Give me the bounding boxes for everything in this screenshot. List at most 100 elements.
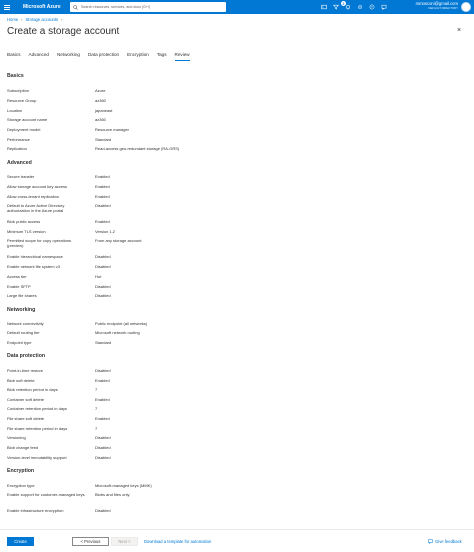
summary-value: From any storage account — [95, 238, 142, 243]
summary-value: Enabled — [95, 378, 110, 383]
breadcrumb-home[interactable]: Home — [7, 17, 18, 22]
summary-value: 7 — [95, 387, 98, 392]
summary-label: Subscription — [7, 88, 30, 93]
give-feedback-link[interactable]: Give feedback — [428, 539, 462, 544]
summary-label: Resource Group — [7, 98, 37, 103]
help-icon[interactable]: ? — [366, 0, 378, 14]
summary-label: File share soft delete — [7, 416, 45, 421]
summary-label: Blob public access — [7, 219, 41, 224]
summary-value: Microsoft network routing — [95, 330, 140, 335]
summary-label: Permitted scope for copy operations (pre… — [7, 238, 72, 248]
summary-value: Microsoft-managed keys (MMK) — [95, 483, 152, 488]
user-directory: DEFAULT DIRECTORY — [428, 6, 458, 10]
summary-value: Hot — [95, 274, 102, 279]
summary-label: Container soft delete — [7, 397, 44, 402]
summary-value: Disabled — [95, 368, 111, 373]
top-bar-icons: ? — [318, 0, 390, 14]
tab-review[interactable]: Review — [174, 52, 190, 61]
summary-label: Container retention period in days — [7, 406, 68, 411]
gear-icon[interactable] — [354, 0, 366, 14]
section-title-advanced: Advanced — [7, 160, 32, 166]
summary-value: Disabled — [95, 254, 111, 259]
breadcrumb: Home › Storage accounts › — [7, 17, 62, 22]
tab-networking[interactable]: Networking — [57, 52, 80, 61]
cloud-shell-icon[interactable] — [318, 0, 330, 14]
summary-value: az360 — [95, 117, 106, 122]
section-title-basics: Basics — [7, 73, 24, 79]
tab-list: Basics Advanced Networking Data protecti… — [7, 52, 198, 61]
feedback-icon[interactable] — [378, 0, 390, 14]
summary-value: Disabled — [95, 455, 111, 460]
summary-value: Disabled — [95, 435, 111, 440]
account-menu[interactable]: mmosconi@gmail.com DEFAULT DIRECTORY — [416, 1, 458, 10]
summary-value: Enabled — [95, 416, 110, 421]
close-button[interactable]: × — [457, 27, 461, 34]
summary-value: Disabled — [95, 284, 111, 289]
breadcrumb-storage-accounts[interactable]: Storage accounts — [26, 17, 59, 22]
summary-value: Disabled — [95, 293, 111, 298]
brand-title[interactable]: Microsoft Azure — [23, 4, 71, 10]
summary-label: Default routing tier — [7, 330, 40, 335]
section-title-encryption: Encryption — [7, 468, 35, 474]
summary-value: Standard — [95, 137, 112, 142]
search-box[interactable] — [70, 2, 226, 12]
summary-value: japaneast — [95, 108, 113, 113]
summary-value: Enabled — [95, 174, 110, 179]
search-input[interactable] — [81, 5, 221, 9]
notification-badge: 2 — [341, 1, 346, 6]
chevron-right-icon: › — [21, 17, 23, 22]
more-options-button[interactable]: ... — [110, 27, 117, 33]
summary-label: Blob retention period in days — [7, 387, 58, 392]
summary-label: Allow storage account key access — [7, 184, 68, 189]
summary-label: Location — [7, 108, 23, 113]
section-title-networking: Networking — [7, 307, 36, 313]
summary-value: Standard — [95, 340, 112, 345]
summary-label: Access tier — [7, 274, 27, 279]
summary-value: Disabled — [95, 445, 111, 450]
summary-label: Replication — [7, 146, 27, 151]
footer-bar: Create < Previous Next > Download a temp… — [0, 529, 474, 552]
avatar[interactable] — [461, 2, 471, 12]
tab-encryption[interactable]: Encryption — [127, 52, 149, 61]
summary-label: Blob change feed — [7, 445, 39, 450]
summary-label: Allow cross-tenant replication — [7, 194, 60, 199]
summary-value: Disabled — [95, 508, 111, 513]
tab-tags[interactable]: Tags — [157, 52, 167, 61]
feedback-label: Give feedback — [435, 539, 462, 544]
page-title: Create a storage account — [7, 26, 120, 37]
summary-label: Versioning — [7, 435, 26, 440]
svg-text:?: ? — [371, 5, 373, 9]
summary-label: Performance — [7, 137, 30, 142]
summary-value: 7 — [95, 426, 98, 431]
summary-label: Default to Azure Active Directory author… — [7, 203, 65, 213]
download-template-link[interactable]: Download a template for automation — [144, 539, 211, 544]
summary-label: Deployment model — [7, 127, 41, 132]
summary-label: Endpoint type — [7, 340, 32, 345]
menu-icon[interactable] — [0, 0, 14, 14]
previous-button[interactable]: < Previous — [72, 537, 109, 546]
summary-label: Point-in-time restore — [7, 368, 44, 373]
summary-label: Minimum TLS version — [7, 229, 46, 234]
tab-data-protection[interactable]: Data protection — [88, 52, 119, 61]
create-button[interactable]: Create — [7, 537, 34, 546]
summary-label: Encryption type — [7, 483, 35, 488]
summary-label: Version-level immutability support — [7, 455, 67, 460]
tab-advanced[interactable]: Advanced — [29, 52, 49, 61]
summary-label: Enable support for customer-managed keys — [7, 492, 85, 497]
summary-label: Enable infrastructure encryption — [7, 508, 64, 513]
summary-value: Enabled — [95, 219, 110, 224]
summary-value: Blobs and files only — [95, 492, 130, 497]
summary-label: Large file shares — [7, 293, 37, 298]
summary-value: Public endpoint (all networks) — [95, 321, 148, 326]
summary-value: Disabled — [95, 264, 111, 269]
summary-label: Enable SFTP — [7, 284, 31, 289]
summary-label: File share retention period in days — [7, 426, 68, 431]
search-icon — [73, 4, 78, 10]
next-button[interactable]: Next > — [111, 537, 138, 546]
chevron-right-icon: › — [61, 17, 63, 22]
summary-label: Secure transfer — [7, 174, 35, 179]
tab-basics[interactable]: Basics — [7, 52, 21, 61]
summary-value: Azure — [95, 88, 106, 93]
summary-value: 7 — [95, 406, 98, 411]
summary-value: Enabled — [95, 184, 110, 189]
